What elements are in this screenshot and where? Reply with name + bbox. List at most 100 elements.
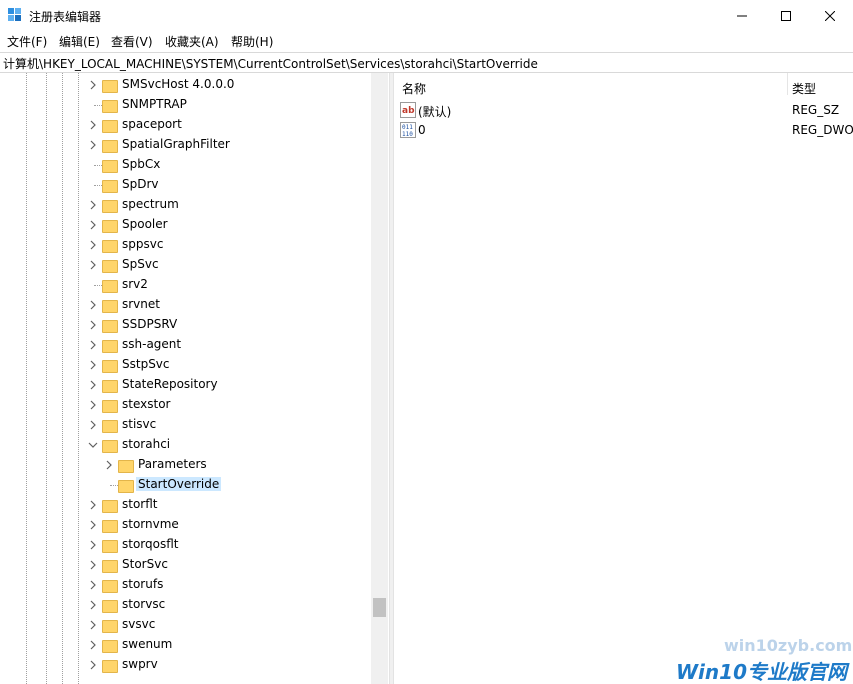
chevron-right-icon[interactable] <box>88 300 98 310</box>
tree-item-label[interactable]: stisvc <box>120 417 158 431</box>
tree-item-label[interactable]: StorSvc <box>120 557 170 571</box>
chevron-right-icon[interactable] <box>88 80 98 90</box>
tree-item-label[interactable]: swprv <box>120 657 160 671</box>
tree-item-label[interactable]: storufs <box>120 577 165 591</box>
tree-item[interactable]: Parameters <box>0 455 360 475</box>
chevron-right-icon[interactable] <box>88 520 98 530</box>
tree-item[interactable]: srv2 <box>0 275 360 295</box>
tree-item-label[interactable]: storflt <box>120 497 160 511</box>
tree-item[interactable]: storqosflt <box>0 535 360 555</box>
tree-item-label[interactable]: SSDPSRV <box>120 317 179 331</box>
column-header-name[interactable]: 名称 <box>402 80 426 97</box>
column-header-type[interactable]: 类型 <box>792 80 816 97</box>
menu-help[interactable]: 帮助(H) <box>231 33 273 50</box>
address-path[interactable]: 计算机\HKEY_LOCAL_MACHINE\SYSTEM\CurrentCon… <box>3 55 538 72</box>
chevron-right-icon[interactable] <box>88 260 98 270</box>
tree-item[interactable]: Spooler <box>0 215 360 235</box>
tree-item-label[interactable]: StartOverride <box>136 477 222 491</box>
tree-item-label[interactable]: stornvme <box>120 517 181 531</box>
chevron-right-icon[interactable] <box>88 200 98 210</box>
maximize-button[interactable] <box>763 0 809 31</box>
tree-item[interactable]: SMSvcHost 4.0.0.0 <box>0 75 360 95</box>
tree-item[interactable]: SpSvc <box>0 255 360 275</box>
chevron-right-icon[interactable] <box>88 220 98 230</box>
tree-item[interactable]: stexstor <box>0 395 360 415</box>
chevron-right-icon[interactable] <box>88 420 98 430</box>
tree-item[interactable]: StorSvc <box>0 555 360 575</box>
chevron-right-icon[interactable] <box>88 400 98 410</box>
tree-item-label[interactable]: storvsc <box>120 597 167 611</box>
tree-item[interactable]: srvnet <box>0 295 360 315</box>
tree-item-label[interactable]: Parameters <box>136 457 209 471</box>
tree-item-label[interactable]: SpbCx <box>120 157 162 171</box>
tree-item-label[interactable]: ssh-agent <box>120 337 183 351</box>
chevron-right-icon[interactable] <box>88 380 98 390</box>
tree-item[interactable]: stornvme <box>0 515 360 535</box>
menu-file[interactable]: 文件(F) <box>7 33 47 50</box>
tree-item[interactable]: swprv <box>0 655 360 675</box>
chevron-right-icon[interactable] <box>104 460 114 470</box>
value-row[interactable] <box>394 100 853 120</box>
values-pane[interactable] <box>394 73 853 684</box>
tree-item[interactable]: svsvc <box>0 615 360 635</box>
chevron-right-icon[interactable] <box>88 640 98 650</box>
chevron-right-icon[interactable] <box>88 340 98 350</box>
menu-view[interactable]: 查看(V) <box>111 33 153 50</box>
value-row[interactable] <box>394 120 853 140</box>
tree-scroll-thumb[interactable] <box>373 598 386 617</box>
tree-item-label[interactable]: svsvc <box>120 617 157 631</box>
chevron-right-icon[interactable] <box>88 500 98 510</box>
tree-item-label[interactable]: spaceport <box>120 117 184 131</box>
chevron-right-icon[interactable] <box>88 140 98 150</box>
tree-item-label[interactable]: swenum <box>120 637 174 651</box>
chevron-right-icon[interactable] <box>88 540 98 550</box>
tree-item-label[interactable]: SMSvcHost 4.0.0.0 <box>120 77 236 91</box>
address-bar[interactable]: 计算机\HKEY_LOCAL_MACHINE\SYSTEM\CurrentCon… <box>0 52 853 73</box>
chevron-right-icon[interactable] <box>88 600 98 610</box>
tree-item[interactable]: SstpSvc <box>0 355 360 375</box>
tree-item[interactable]: spaceport <box>0 115 360 135</box>
column-separator[interactable] <box>787 73 788 95</box>
tree-item-label[interactable]: Spooler <box>120 217 170 231</box>
tree-item-label[interactable]: storahci <box>120 437 172 451</box>
tree-item-label[interactable]: SpDrv <box>120 177 161 191</box>
tree-item-label[interactable]: srv2 <box>120 277 150 291</box>
tree-item-label[interactable]: SpatialGraphFilter <box>120 137 232 151</box>
chevron-right-icon[interactable] <box>88 560 98 570</box>
chevron-down-icon[interactable] <box>88 440 98 450</box>
tree-item[interactable]: sppsvc <box>0 235 360 255</box>
tree-item-label[interactable]: SpSvc <box>120 257 161 271</box>
tree-item-label[interactable]: StateRepository <box>120 377 220 391</box>
chevron-right-icon[interactable] <box>88 320 98 330</box>
chevron-right-icon[interactable] <box>88 620 98 630</box>
key-tree-pane[interactable]: SMSvcHost 4.0.0.0 SNMPTRAP spaceport Spatia… <box>0 73 389 684</box>
tree-item-label[interactable]: SstpSvc <box>120 357 172 371</box>
menu-edit[interactable]: 编辑(E) <box>59 33 100 50</box>
minimize-button[interactable] <box>719 0 765 31</box>
tree-scrollbar[interactable] <box>371 73 388 684</box>
tree-item-label[interactable]: srvnet <box>120 297 162 311</box>
tree-item[interactable]: SSDPSRV <box>0 315 360 335</box>
tree-item-label[interactable]: storqosflt <box>120 537 181 551</box>
tree-item[interactable]: SpbCx <box>0 155 360 175</box>
chevron-right-icon[interactable] <box>88 360 98 370</box>
tree-item-label[interactable]: stexstor <box>120 397 172 411</box>
tree-item[interactable]: spectrum <box>0 195 360 215</box>
chevron-right-icon[interactable] <box>88 120 98 130</box>
tree-item[interactable]: StartOverride <box>0 475 360 495</box>
tree-item[interactable]: stisvc <box>0 415 360 435</box>
tree-item[interactable]: storflt <box>0 495 360 515</box>
tree-item-label[interactable]: spectrum <box>120 197 181 211</box>
tree-item-label[interactable]: SNMPTRAP <box>120 97 189 111</box>
chevron-right-icon[interactable] <box>88 580 98 590</box>
close-button[interactable] <box>807 0 853 31</box>
tree-item[interactable]: ssh-agent <box>0 335 360 355</box>
menu-favorites[interactable]: 收藏夹(A) <box>165 33 219 50</box>
chevron-right-icon[interactable] <box>88 660 98 670</box>
tree-item[interactable]: SNMPTRAP <box>0 95 360 115</box>
tree-item[interactable]: storahci <box>0 435 360 455</box>
tree-item[interactable]: storvsc <box>0 595 360 615</box>
chevron-right-icon[interactable] <box>88 240 98 250</box>
tree-item[interactable]: swenum <box>0 635 360 655</box>
tree-item[interactable]: StateRepository <box>0 375 360 395</box>
